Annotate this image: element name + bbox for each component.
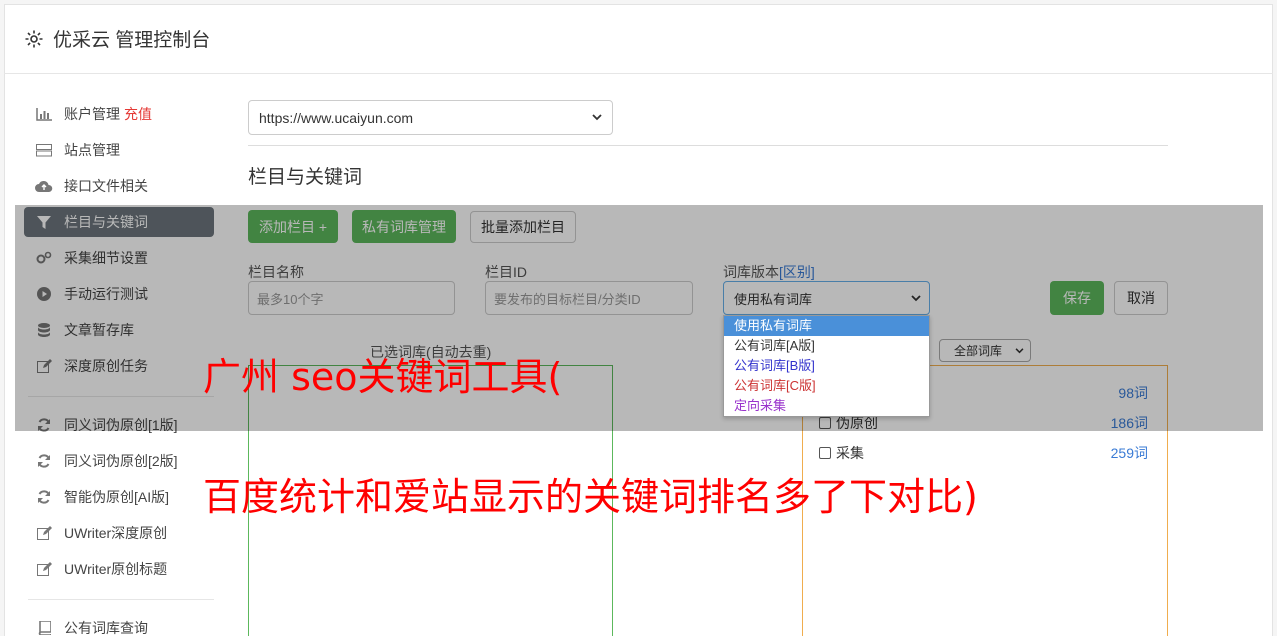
sidebar-item-label: 接口文件相关: [64, 178, 148, 194]
sidebar-item-interface[interactable]: 接口文件相关: [24, 168, 214, 204]
chevron-down-icon: [592, 114, 602, 121]
dropdown-option[interactable]: 定向采集: [724, 396, 929, 416]
refresh-icon: [35, 454, 53, 468]
section-title: 栏目与关键词: [248, 167, 363, 188]
sidebar-item-label: 同义词伪原创[2版]: [64, 453, 178, 469]
word-count: 259词: [1110, 445, 1148, 461]
dropdown-option[interactable]: 公有词库[A版]: [724, 336, 929, 356]
sidebar-item-label: UWriter原创标题: [64, 561, 168, 577]
site-select-value: https://www.ucaiyun.com: [259, 109, 414, 126]
edit-icon: [35, 562, 53, 576]
gear-icon: [25, 30, 43, 47]
dropdown-option[interactable]: 使用私有词库: [724, 316, 929, 336]
sidebar-item-label: UWriter深度原创: [64, 525, 168, 541]
sidebar-item-label: 账户管理: [64, 106, 120, 122]
main-content: https://www.ucaiyun.com 栏目与关键词: [248, 100, 1168, 189]
dropdown-option[interactable]: 公有词库[B版]: [724, 356, 929, 376]
edit-icon: [35, 526, 53, 540]
sidebar-item-sites[interactable]: 站点管理: [24, 132, 214, 168]
server-icon: [35, 143, 53, 157]
lexicon-version-dropdown[interactable]: 使用私有词库 公有词库[A版] 公有词库[B版] 公有词库[C版] 定向采集: [723, 315, 930, 417]
overlay-title-line1: 广州 seo关键词工具(: [203, 355, 563, 399]
sidebar-divider: [28, 599, 214, 600]
sidebar-item-ai-rewrite[interactable]: 智能伪原创[AI版]: [24, 479, 214, 515]
sidebar-item-account[interactable]: 账户管理 充值: [24, 96, 214, 132]
site-select[interactable]: https://www.ucaiyun.com: [248, 100, 613, 135]
book-icon: [35, 621, 53, 635]
sidebar-item-synonym-v2[interactable]: 同义词伪原创[2版]: [24, 443, 214, 479]
bar-chart-icon: [35, 107, 53, 121]
sidebar-item-label: 站点管理: [64, 142, 120, 158]
lexicon-row-collect[interactable]: 采集: [819, 443, 864, 463]
sidebar-item-public-lexicon[interactable]: 公有词库查询: [24, 610, 214, 636]
checkbox[interactable]: [819, 447, 831, 459]
refresh-icon: [35, 490, 53, 504]
divider: [248, 145, 1168, 146]
dropdown-option[interactable]: 公有词库[C版]: [724, 376, 929, 396]
top-header: 优采云 管理控制台: [4, 4, 1273, 74]
sidebar-item-label: 智能伪原创[AI版]: [64, 489, 170, 505]
page-title: 优采云 管理控制台: [53, 30, 211, 51]
recharge-link[interactable]: 充值: [124, 104, 152, 124]
sidebar-item-uwriter-title[interactable]: UWriter原创标题: [24, 551, 214, 587]
lexicon-row-label: 采集: [836, 445, 864, 461]
sidebar-item-label: 公有词库查询: [64, 620, 148, 636]
overlay-title-line2: 百度统计和爱站显示的关键词排名多了下对比): [203, 475, 978, 519]
sidebar-item-uwriter-original[interactable]: UWriter深度原创: [24, 515, 214, 551]
cloud-upload-icon: [35, 179, 53, 193]
